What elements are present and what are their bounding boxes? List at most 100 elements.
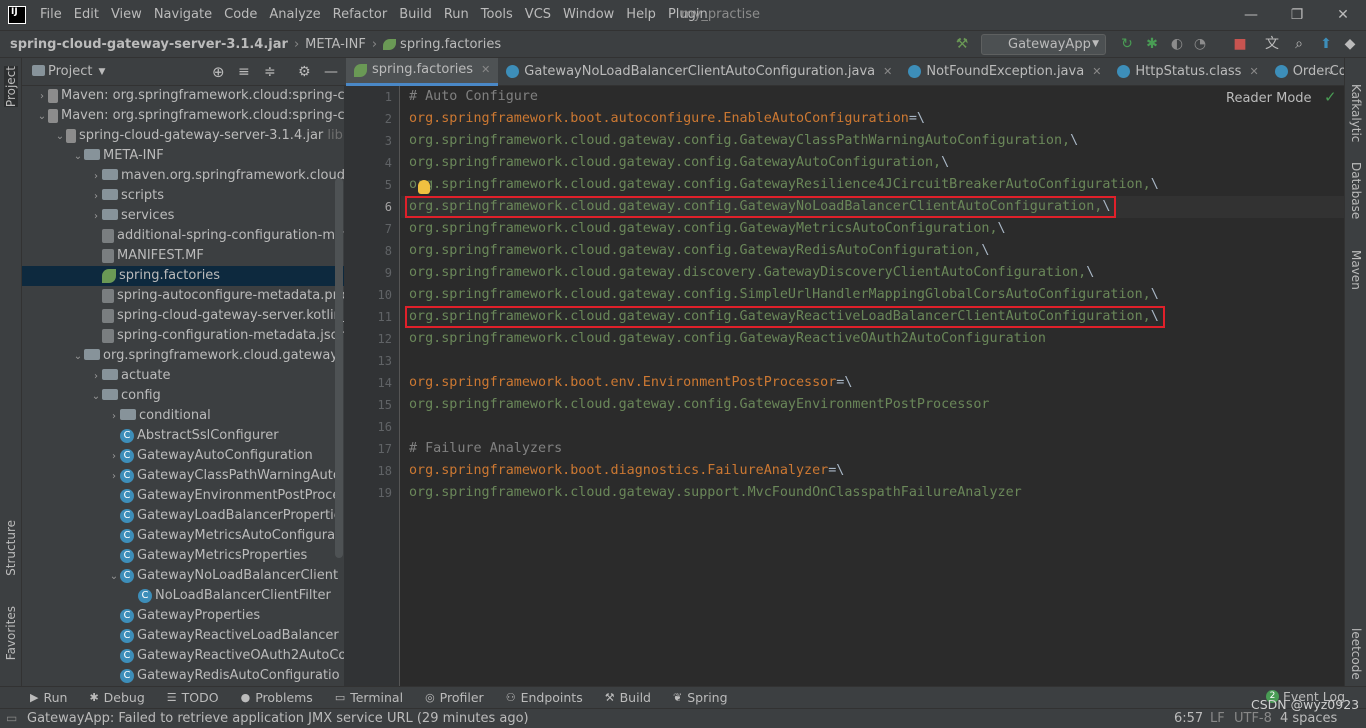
tool-terminal[interactable]: ▭ Terminal [335,690,403,705]
structure-tool-tab[interactable]: Structure [4,520,18,576]
tool-endpoints[interactable]: ⚇ Endpoints [506,690,583,705]
expand-arrow-icon[interactable]: ⌄ [72,347,84,366]
project-tree-row[interactable]: › C GatewayClassPathWarningAuto [22,466,344,486]
kafkalytic-tool-tab[interactable]: Kafkalytic [1349,84,1363,142]
breadcrumb-jar[interactable]: spring-cloud-gateway-server-3.1.4.jar [10,37,288,52]
line-number[interactable]: 16 [344,416,392,438]
project-scrollbar[interactable] [335,178,343,558]
line-number[interactable]: 8 [344,240,392,262]
project-tree-row[interactable]: ⌄ META-INF [22,146,344,166]
project-tree-row[interactable]: › services [22,206,344,226]
menu-item-view[interactable]: View [105,0,148,30]
expand-arrow-icon[interactable]: › [90,207,102,226]
editor-tab[interactable]: HttpStatus.class ✕ [1109,58,1266,86]
close-tab-icon[interactable]: ✕ [883,58,892,86]
line-number[interactable]: 3 [344,130,392,152]
tool-problems[interactable]: ● Problems [241,690,313,705]
status-message[interactable]: GatewayApp: Failed to retrieve applicati… [27,709,529,728]
project-tree-row[interactable]: ⌄ C GatewayNoLoadBalancerClient [22,566,344,586]
expand-arrow-icon[interactable]: ⌄ [36,107,48,126]
line-number[interactable]: 17 [344,438,392,460]
maximize-button[interactable]: ❐ [1274,0,1320,30]
editor-tab[interactable]: GatewayNoLoadBalancerClientAutoConfigura… [498,58,900,86]
tabs-overflow-chevron-icon[interactable]: ⌄ [1326,64,1335,77]
project-tree-row[interactable]: › scripts [22,186,344,206]
menu-item-edit[interactable]: Edit [68,0,105,30]
breadcrumb-file[interactable]: spring.factories [400,37,501,52]
menu-item-file[interactable]: File [34,0,68,30]
line-number[interactable]: 12 [344,328,392,350]
expand-arrow-icon[interactable]: › [108,467,120,486]
project-tree-row[interactable]: › C GatewayAutoConfiguration [22,446,344,466]
code-line[interactable]: org.springframework.cloud.gateway.config… [409,328,1046,350]
breadcrumb-folder[interactable]: META-INF [305,37,366,52]
line-number[interactable]: 2 [344,108,392,130]
code-line[interactable]: org.springframework.boot.autoconfigure.E… [409,108,925,130]
project-tree-row[interactable]: spring-cloud-gateway-server.kotlin_n [22,306,344,326]
expand-arrow-icon[interactable]: ⌄ [54,127,66,146]
tool-debug[interactable]: ✱ Debug [89,690,144,705]
code-line[interactable]: org.springframework.cloud.gateway.config… [409,152,949,174]
close-tab-icon[interactable]: ✕ [1092,58,1101,86]
build-hammer-icon[interactable]: ⚒ [952,34,972,54]
close-window-button[interactable]: ✕ [1320,0,1366,30]
menu-item-tools[interactable]: Tools [475,0,519,30]
expand-all-icon[interactable]: ≡ [238,64,250,80]
tool-todo[interactable]: ☰ TODO [167,690,219,705]
minimize-button[interactable]: — [1228,0,1274,30]
project-tool-tab[interactable]: Project [4,66,18,108]
line-number[interactable]: 7 [344,218,392,240]
editor-tab[interactable]: spring.factories ✕ [346,56,499,86]
code-line[interactable]: org.springframework.cloud.gateway.config… [409,130,1078,152]
project-tree-row[interactable]: MANIFEST.MF [22,246,344,266]
close-tab-icon[interactable]: ✕ [481,56,490,84]
code-line[interactable]: org.springframework.cloud.gateway.config… [409,174,1159,196]
project-view-select[interactable]: Project [48,64,92,79]
project-tree-row[interactable]: ⌄ Maven: org.springframework.cloud:spring… [22,106,344,126]
expand-arrow-icon[interactable]: › [90,167,102,186]
project-tree-row[interactable]: C NoLoadBalancerClientFilter [22,586,344,606]
menu-item-run[interactable]: Run [438,0,475,30]
menu-item-build[interactable]: Build [393,0,438,30]
menu-item-analyze[interactable]: Analyze [263,0,326,30]
database-tool-tab[interactable]: Database [1349,162,1363,219]
stop-icon[interactable]: ■ [1230,34,1250,54]
tool-run[interactable]: ▶ Run [30,690,67,705]
code-line[interactable]: # Failure Analyzers [409,438,562,460]
code-line[interactable]: org.springframework.cloud.gateway.config… [409,218,1006,240]
caret-position[interactable]: 6:57 [1174,709,1203,728]
project-tree-row[interactable]: C GatewayProperties [22,606,344,626]
code-line[interactable]: org.springframework.boot.diagnostics.Fai… [409,460,844,482]
project-tree-row[interactable]: spring.factories [22,266,344,286]
project-tree-row[interactable]: C GatewayLoadBalancerPropertie [22,506,344,526]
project-tree-row[interactable]: C GatewayReactiveLoadBalancer [22,626,344,646]
line-number[interactable]: 5 [344,174,392,196]
project-tree-row[interactable]: › Maven: org.springframework.cloud:spring… [22,86,344,106]
line-number[interactable]: 19 [344,482,392,504]
inspection-ok-icon[interactable]: ✓ [1324,88,1337,106]
line-number[interactable]: 18 [344,460,392,482]
line-number[interactable]: 11 [344,306,392,328]
rerun-icon[interactable]: ↻ [1117,34,1137,54]
expand-arrow-icon[interactable]: ⌄ [72,147,84,166]
hide-panel-icon[interactable]: — [324,64,338,80]
menu-item-window[interactable]: Window [557,0,620,30]
expand-arrow-icon[interactable]: › [108,407,120,426]
favorites-tool-tab[interactable]: Favorites [4,606,18,660]
locate-icon[interactable]: ⊕ [212,63,225,81]
leetcode-tool-tab[interactable]: leetcode [1349,628,1363,680]
project-tree-row[interactable]: C GatewayMetricsAutoConfigurat [22,526,344,546]
jetbrains-logo-icon[interactable]: ◆ [1340,34,1360,54]
project-tree-row[interactable]: spring-configuration-metadata.json [22,326,344,346]
expand-arrow-icon[interactable]: ⌄ [90,387,102,406]
menu-item-refactor[interactable]: Refactor [327,0,394,30]
line-separator[interactable]: LF [1210,709,1225,728]
line-number[interactable]: 6 [344,196,392,218]
project-tree-row[interactable]: C GatewayEnvironmentPostProce [22,486,344,506]
code-line[interactable]: org.springframework.cloud.gateway.suppor… [409,482,1022,504]
code-line[interactable]: org.springframework.cloud.gateway.discov… [409,262,1094,284]
close-tab-icon[interactable]: ✕ [1249,58,1258,86]
project-tree-row[interactable]: C GatewayRedisAutoConfiguratio [22,666,344,686]
tool-build[interactable]: ⚒ Build [605,690,651,705]
line-number[interactable]: 15 [344,394,392,416]
